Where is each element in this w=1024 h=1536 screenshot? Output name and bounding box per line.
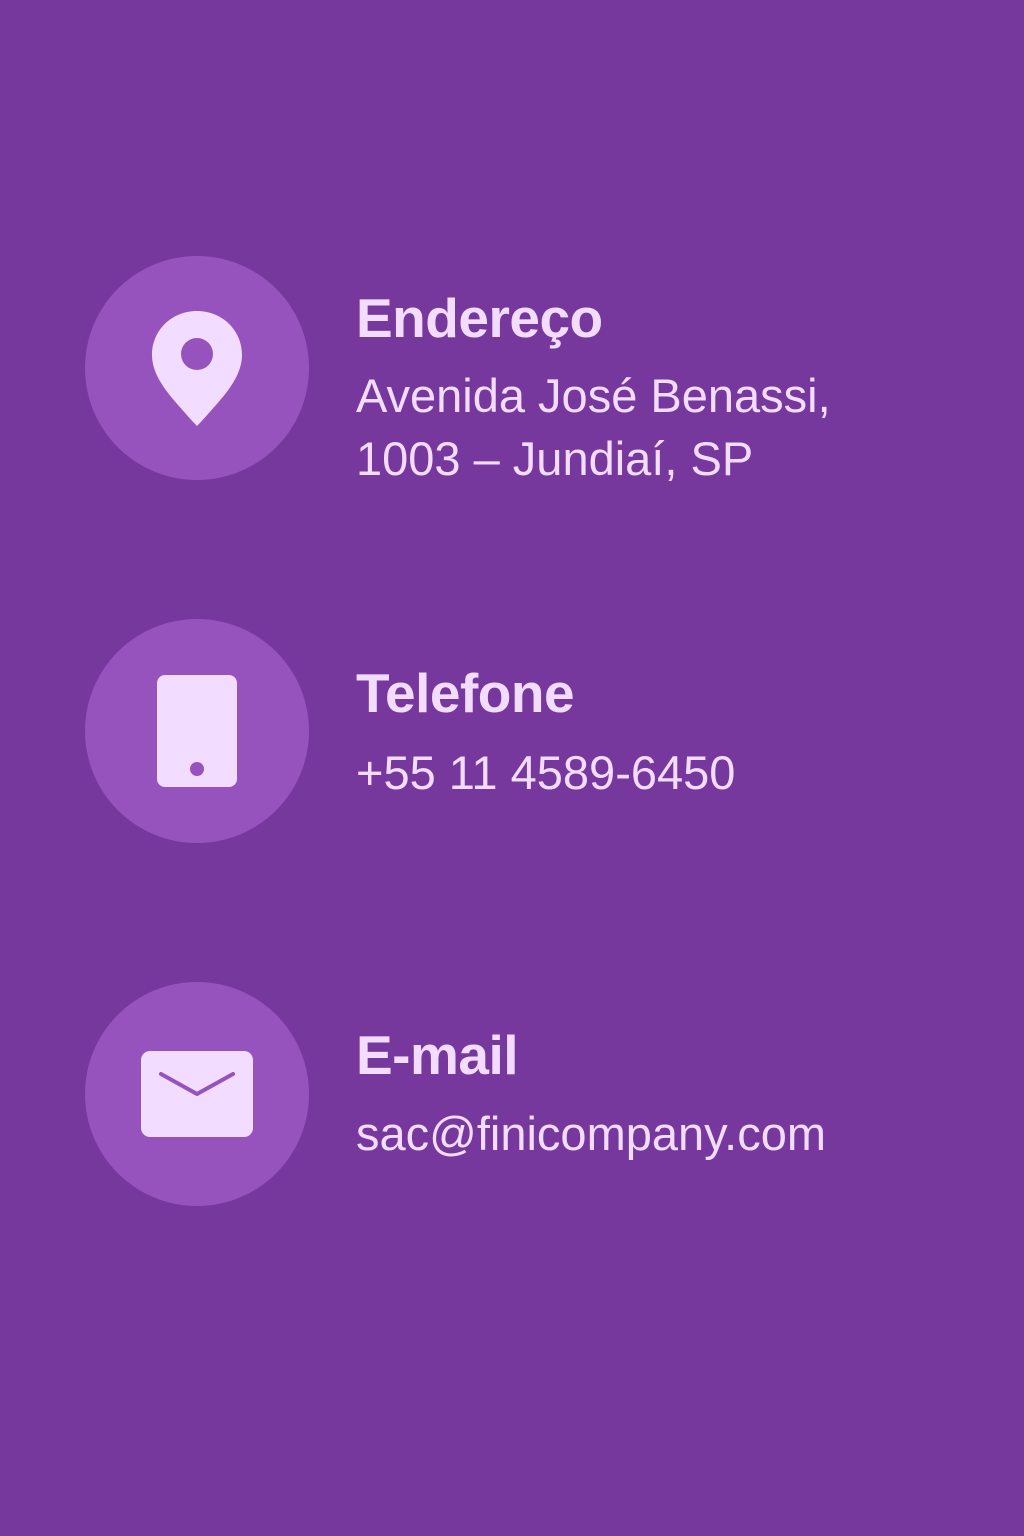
envelope-icon: [141, 1051, 253, 1137]
phone-label: Telefone: [356, 662, 575, 724]
phone-icon-circle: [85, 619, 309, 843]
address-label: Endereço: [356, 287, 603, 349]
address-item: Endereço Avenida José Benassi, 1003 – Ju…: [85, 256, 985, 485]
email-icon-circle: [85, 982, 309, 1206]
email-value[interactable]: sac@finicompany.com: [356, 1102, 826, 1165]
address-value: Avenida José Benassi, 1003 – Jundiaí, SP: [356, 364, 831, 490]
address-line-1: Avenida José Benassi,: [356, 369, 831, 422]
map-pin-icon: [152, 311, 242, 426]
address-line-2: 1003 – Jundiaí, SP: [356, 432, 754, 485]
address-icon-circle: [85, 256, 309, 480]
phone-value[interactable]: +55 11 4589-6450: [356, 741, 735, 804]
phone-item: Telefone +55 11 4589-6450: [85, 619, 985, 843]
email-label: E-mail: [356, 1024, 519, 1086]
email-item: E-mail sac@finicompany.com: [85, 982, 985, 1206]
smartphone-icon: [157, 675, 237, 787]
